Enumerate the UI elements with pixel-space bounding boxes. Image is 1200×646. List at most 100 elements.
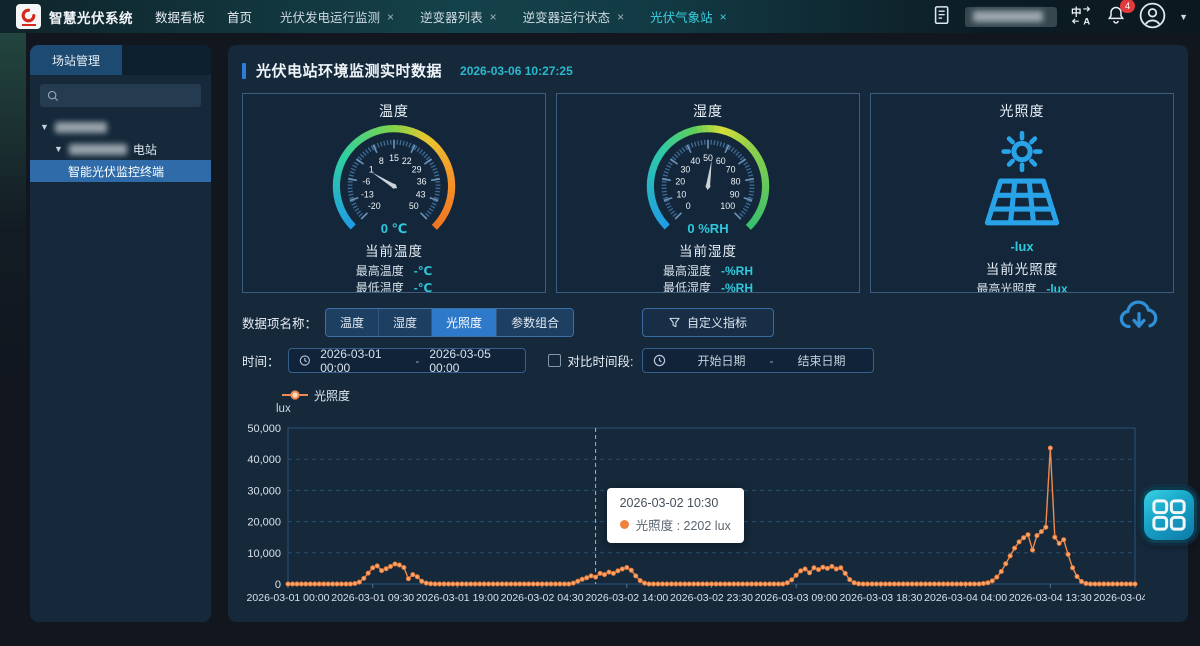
tab-pv-weather-station[interactable]: 光伏气象站 ×: [650, 7, 727, 26]
cloud-download-icon[interactable]: [1116, 297, 1162, 340]
metric-button-humidity[interactable]: 湿度: [378, 309, 431, 336]
metric-button-illuminance[interactable]: 光照度: [431, 309, 496, 336]
stat-value: -lux: [1046, 282, 1067, 294]
app-title: 智慧光伏系统: [49, 7, 133, 27]
end-date-value: 2026-03-05 00:00: [429, 347, 514, 375]
app-logo-icon: [16, 4, 41, 29]
title-accent-bar: [242, 63, 246, 79]
tree-node-station[interactable]: ▼ 电站: [30, 138, 211, 160]
clock-icon: [653, 354, 666, 367]
stat-value: -℃: [414, 281, 433, 294]
svg-text:10: 10: [676, 190, 686, 200]
tab-strip: 光伏发电运行监测 × 逆变器列表 × 逆变器运行状态 × 光伏气象站 ×: [280, 7, 727, 26]
main-panel: 光伏电站环境监测实时数据 2026-03-06 10:27:25 温度 -20-…: [228, 45, 1188, 622]
legend-illuminance[interactable]: 光照度: [282, 387, 1188, 403]
station-suffix: 电站: [133, 141, 157, 158]
svg-text:8: 8: [379, 156, 384, 166]
current-temperature-label: 当前温度: [243, 240, 545, 258]
stat-value: -%RH: [721, 281, 753, 294]
metric-button-temperature[interactable]: 温度: [326, 309, 378, 336]
compare-date-range-picker[interactable]: 开始日期 - 结束日期: [642, 348, 874, 373]
svg-text:2026-03-02 14:00: 2026-03-02 14:00: [585, 592, 668, 604]
svg-text:10,000: 10,000: [247, 548, 281, 560]
close-icon[interactable]: ×: [617, 10, 624, 24]
quick-nav-button[interactable]: [1141, 487, 1197, 543]
svg-text:90: 90: [730, 190, 740, 200]
compare-period-label: 对比时间段:: [568, 351, 634, 370]
filter-icon: [669, 317, 680, 328]
tree-node-root[interactable]: ▼: [30, 116, 211, 138]
tab-pv-generation-monitor[interactable]: 光伏发电运行监测 ×: [280, 7, 394, 26]
svg-text:-20: -20: [368, 201, 381, 211]
panel-title: 湿度: [557, 101, 859, 119]
svg-text:40: 40: [690, 156, 700, 166]
station-tree: ▼ ▼ 电站 智能光伏监控终端: [30, 116, 211, 182]
svg-text:2026-03-04 13:30: 2026-03-04 13:30: [1009, 592, 1092, 604]
svg-text:30,000: 30,000: [247, 485, 281, 497]
svg-text:A: A: [1083, 16, 1090, 26]
svg-text:2026-03-01 09:30: 2026-03-01 09:30: [331, 592, 414, 604]
notification-bell-icon[interactable]: 4: [1106, 5, 1126, 28]
svg-text:50: 50: [409, 201, 419, 211]
stat-value: -℃: [414, 264, 433, 278]
svg-text:0: 0: [275, 579, 281, 591]
redacted-region-name: [55, 122, 107, 133]
metric-button-parameter-combo[interactable]: 参数组合: [496, 309, 573, 336]
svg-text:100: 100: [720, 201, 735, 211]
current-humidity-label: 当前湿度: [557, 240, 859, 258]
humidity-panel: 湿度 0102030405060708090100 0 %RH 当前湿度 最高湿…: [556, 93, 860, 293]
tab-inverter-list[interactable]: 逆变器列表 ×: [420, 7, 497, 26]
compare-period-checkbox[interactable]: [548, 354, 561, 367]
menu-home[interactable]: 首页: [227, 7, 252, 26]
language-switch-icon[interactable]: 中 A: [1070, 5, 1093, 29]
topbar-search-input[interactable]: [965, 7, 1057, 27]
current-temperature-value: 0 ℃: [243, 221, 545, 237]
avatar[interactable]: [1139, 2, 1166, 32]
close-icon[interactable]: ×: [387, 10, 394, 24]
svg-text:15: 15: [389, 153, 399, 163]
svg-text:50,000: 50,000: [247, 423, 281, 435]
redacted-search-text: [973, 11, 1043, 22]
date-range-picker[interactable]: 2026-03-01 00:00 - 2026-03-05 00:00: [288, 348, 526, 373]
close-icon[interactable]: ×: [720, 10, 727, 24]
chevron-down-icon[interactable]: ▼: [1179, 12, 1188, 22]
tooltip-value: 光照度 : 2202 lux: [636, 515, 731, 534]
grid-apps-icon: [1151, 498, 1187, 532]
stat-label: 最高湿度: [663, 262, 711, 279]
compare-end-placeholder: 结束日期: [798, 352, 846, 369]
sidebar: 场站管理 ▼ ▼ 电站 智能光伏监控终端: [30, 45, 211, 622]
svg-text:40,000: 40,000: [247, 454, 281, 466]
tooltip-series-dot: [620, 520, 629, 529]
legend-marker-icon: [282, 390, 308, 400]
menu-dashboard[interactable]: 数据看板: [155, 7, 205, 26]
svg-text:20,000: 20,000: [247, 517, 281, 529]
redacted-station-name: [69, 144, 127, 155]
sidebar-search-input[interactable]: [40, 84, 201, 107]
svg-text:2026-03-03 09:00: 2026-03-03 09:00: [755, 592, 838, 604]
current-illuminance-value: -lux: [871, 239, 1173, 255]
svg-text:2026-03-02 04:30: 2026-03-02 04:30: [501, 592, 584, 604]
tree-expand-icon[interactable]: ▼: [54, 144, 63, 154]
document-log-icon[interactable]: [933, 5, 952, 29]
tree-expand-icon[interactable]: ▼: [40, 122, 49, 132]
custom-indicator-button[interactable]: 自定义指标: [642, 308, 774, 337]
sidebar-header: 场站管理: [30, 45, 211, 75]
tab-inverter-status[interactable]: 逆变器运行状态 ×: [523, 7, 625, 26]
solar-panel-icon: [871, 119, 1173, 237]
chart-tooltip: 2026-03-02 10:30 光照度 : 2202 lux: [607, 488, 744, 543]
tab-station-management[interactable]: 场站管理: [30, 45, 122, 75]
svg-text:70: 70: [726, 165, 736, 175]
stat-label: 最低湿度: [663, 279, 711, 293]
svg-text:中: 中: [1071, 5, 1082, 18]
page-title: 光伏电站环境监测实时数据: [256, 60, 442, 81]
stat-label: 最高温度: [356, 262, 404, 279]
svg-text:29: 29: [412, 165, 422, 175]
top-menu: 数据看板 首页: [155, 7, 252, 26]
svg-text:2026-03-01 19:00: 2026-03-01 19:00: [416, 592, 499, 604]
svg-text:2026-03-04 23:00: 2026-03-04 23:00: [1094, 592, 1145, 604]
compare-start-placeholder: 开始日期: [698, 352, 746, 369]
tree-node-smart-pv-terminal[interactable]: 智能光伏监控终端: [30, 160, 211, 182]
close-icon[interactable]: ×: [490, 10, 497, 24]
notification-badge: 4: [1120, 0, 1135, 13]
clock-icon: [299, 354, 311, 367]
